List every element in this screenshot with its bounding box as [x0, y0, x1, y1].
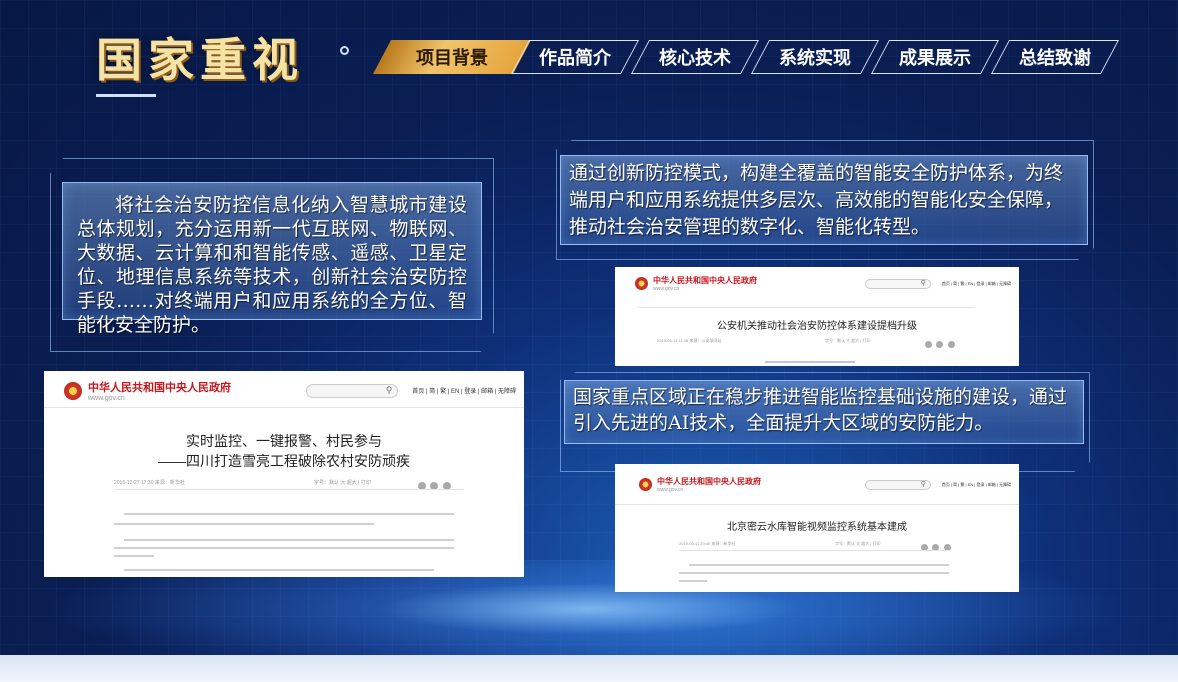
news-screenshot-left: 中华人民共和国中央人民政府 www.gov.cn ⚲ 首页 | 简 | 繁 | …: [44, 371, 524, 577]
gov-header: 中华人民共和国中央人民政府 www.gov.cn ⚲ 首页 | 简 | 繁 | …: [635, 275, 1011, 292]
body-text-line: [124, 539, 454, 541]
tab-results[interactable]: 成果展示: [870, 40, 1000, 74]
site-url: www.gov.cn: [88, 395, 125, 402]
middle-right-text-panel: 国家重点区域正在稳步推进智能监控基础设施的建设，通过引入先进的AI技术，全面提升…: [564, 380, 1084, 444]
body-text-line: [679, 572, 949, 574]
body-text-line: [124, 569, 434, 571]
national-emblem-icon: [635, 277, 648, 290]
body-text-line: [114, 547, 454, 549]
share-icon[interactable]: [925, 341, 932, 348]
body-text-line: [765, 361, 855, 363]
article-meta: 2019-06-11 20:40 来源：新华社: [679, 541, 736, 546]
site-search-input[interactable]: ⚲: [864, 278, 931, 289]
search-icon[interactable]: ⚲: [921, 279, 926, 287]
site-name: 中华人民共和国中央人民政府: [657, 477, 761, 486]
news-screenshot-bottom-right: 中华人民共和国中央人民政府 www.gov.cn ⚲ 首页 | 简 | 繁 | …: [615, 464, 1019, 592]
tab-summary[interactable]: 总结致谢: [990, 40, 1120, 74]
tab-project-background[interactable]: 项目背景: [372, 40, 532, 74]
site-url: www.gov.cn: [653, 286, 680, 292]
meta-rule: [114, 489, 464, 490]
article-tools[interactable]: 字号：默认 大 超大 | 打印: [835, 541, 880, 547]
news-screenshot-top-right: 中华人民共和国中央人民政府 www.gov.cn ⚲ 首页 | 简 | 繁 | …: [615, 267, 1019, 366]
body-text-line: [689, 564, 949, 566]
gov-header: 中华人民共和国中央人民政府 www.gov.cn ⚲ 首页 | 简 | 繁 | …: [64, 379, 516, 402]
headline: 北京密云水库智能视频监控系统基本建成: [727, 522, 907, 533]
meta-rule: [679, 550, 949, 551]
title-underline: [96, 94, 156, 97]
header-rule: [615, 504, 1019, 505]
site-links[interactable]: 首页 | 简 | 繁 | EN | 登录 | 邮箱 | 无障碍: [412, 386, 516, 395]
tab-system-impl[interactable]: 系统实现: [750, 40, 880, 74]
site-links[interactable]: 首页 | 简 | 繁 | EN | 登录 | 邮箱 | 无障碍: [942, 281, 1011, 287]
national-emblem-icon: [639, 478, 652, 491]
top-right-text-panel: 通过创新防控模式，构建全覆盖的智能安全防护体系，为终端用户和应用系统提供多层次、…: [560, 155, 1088, 245]
site-url: www.gov.cn: [657, 487, 684, 493]
national-emblem-icon: [64, 381, 82, 400]
header-rule: [637, 307, 975, 308]
title-ring-icon: [340, 46, 349, 55]
share-icons[interactable]: [418, 477, 451, 495]
gov-header: 中华人民共和国中央人民政府 www.gov.cn ⚲ 首页 | 简 | 繁 | …: [639, 476, 1011, 493]
article-meta: 2016-12-27 17:30 来源：新华社: [114, 480, 185, 486]
body-text-line: [114, 555, 154, 557]
share-icon[interactable]: [947, 341, 955, 348]
site-name: 中华人民共和国中央人民政府: [653, 276, 757, 285]
headline: 公安机关推动社会治安防控体系建设提档升级: [717, 321, 917, 332]
article-tools[interactable]: 字号：默认 大 超大 | 打印: [825, 338, 870, 344]
tab-work-intro[interactable]: 作品简介: [510, 40, 640, 74]
share-icon[interactable]: [936, 341, 944, 348]
body-text-line: [124, 513, 454, 515]
site-name: 中华人民共和国中央人民政府: [88, 382, 231, 394]
body-text-line: [679, 580, 707, 582]
header-rule: [44, 407, 524, 408]
headline-line-2: ——四川打造雪亮工程破除农村安防顽疾: [158, 453, 410, 469]
search-icon[interactable]: ⚲: [921, 480, 926, 488]
article-tools[interactable]: 字号：默认 大 超大 | 打印: [314, 479, 371, 486]
headline-line-1: 实时监控、一键报警、村民参与: [186, 433, 382, 449]
site-links[interactable]: 首页 | 简 | 繁 | EN | 登录 | 邮箱 | 无障碍: [942, 482, 1011, 488]
left-text-panel: 将社会治安防控信息化纳入智慧城市建设总体规划，充分运用新一代互联网、物联网、大数…: [62, 182, 482, 336]
article-meta: 2019-05-14 11:18 来源：公安部网站: [657, 338, 722, 343]
page-title: 国家重视: [96, 33, 304, 87]
share-icons[interactable]: [925, 335, 955, 353]
share-icons[interactable]: [921, 538, 951, 556]
site-search-input[interactable]: ⚲: [306, 383, 399, 398]
search-icon[interactable]: ⚲: [386, 385, 393, 396]
site-search-input[interactable]: ⚲: [864, 479, 931, 490]
body-text-line: [114, 523, 374, 525]
background-bottom-band: [0, 655, 1178, 682]
tab-core-tech[interactable]: 核心技术: [630, 40, 760, 74]
